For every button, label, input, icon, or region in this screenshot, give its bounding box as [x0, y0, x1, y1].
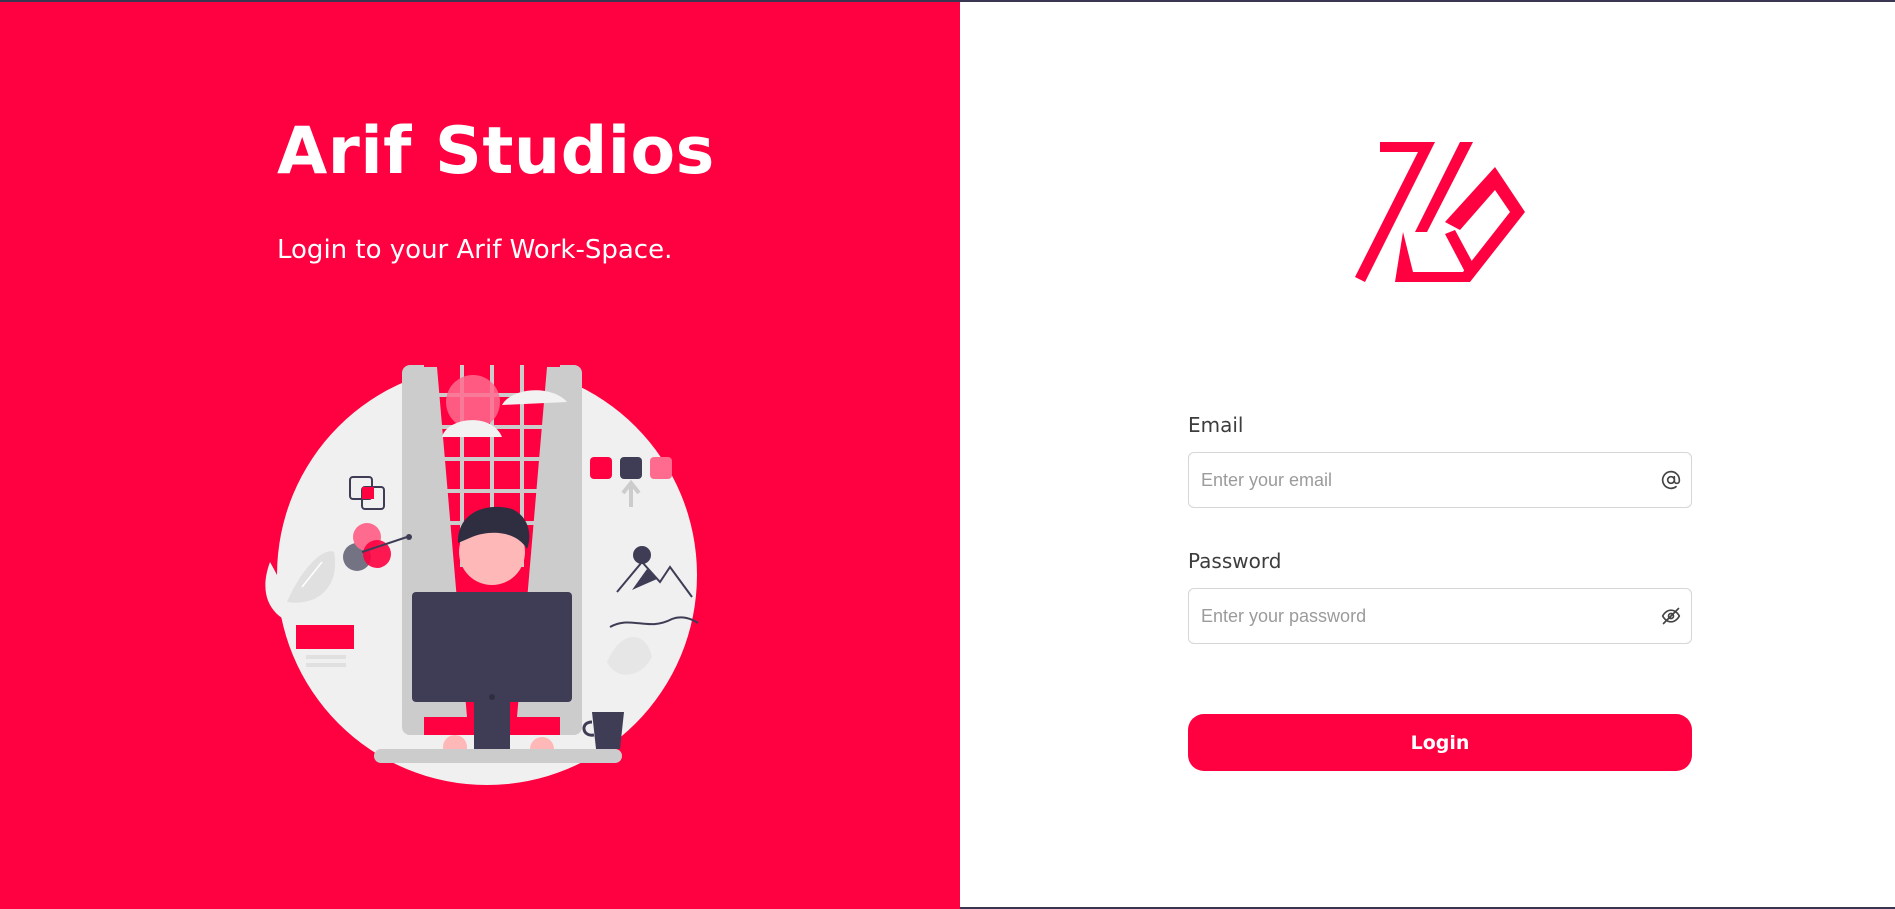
- branding-panel: Arif Studios Login to your Arif Work-Spa…: [0, 2, 960, 909]
- brand-subtitle: Login to your Arif Work-Space.: [277, 235, 673, 265]
- password-input[interactable]: [1189, 589, 1639, 643]
- email-input[interactable]: [1189, 453, 1639, 507]
- brand-title: Arif Studios: [277, 114, 715, 189]
- at-sign-icon: [1661, 470, 1681, 490]
- email-input-wrapper: [1188, 452, 1692, 508]
- arif-studios-logo-icon: [1355, 142, 1525, 282]
- email-field-group: Email: [1188, 412, 1692, 508]
- login-form: Email Password Login: [1188, 412, 1692, 771]
- login-button[interactable]: Login: [1188, 714, 1692, 771]
- eye-off-icon[interactable]: [1661, 606, 1681, 626]
- password-label: Password: [1188, 549, 1282, 573]
- password-field-group: Password: [1188, 548, 1692, 644]
- email-label: Email: [1188, 413, 1244, 437]
- workspace-illustration: [265, 365, 699, 785]
- password-input-wrapper: [1188, 588, 1692, 644]
- login-page: Arif Studios Login to your Arif Work-Spa…: [0, 0, 1895, 909]
